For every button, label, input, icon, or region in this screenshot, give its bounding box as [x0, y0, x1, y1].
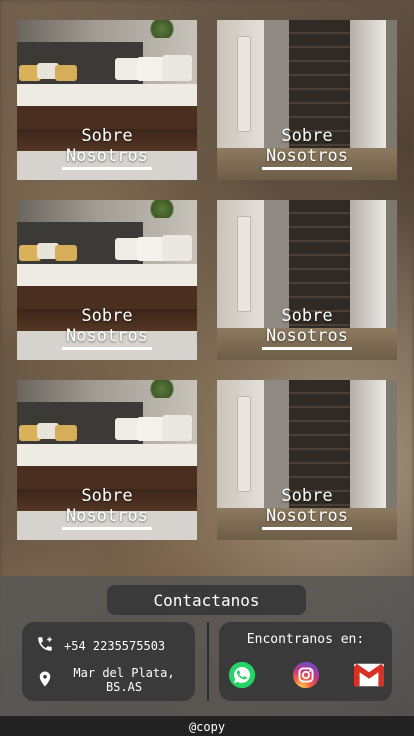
- card-label-line1: Sobre: [281, 126, 333, 146]
- gmail-icon[interactable]: [354, 660, 384, 690]
- gallery-grid: Sobre Nosotros Sobre Nosotros Sobre Noso…: [17, 20, 397, 540]
- gallery-card[interactable]: Sobre Nosotros: [17, 380, 197, 540]
- copyright-text: @copy: [188, 720, 226, 734]
- contact-button[interactable]: Contactanos: [107, 585, 306, 615]
- card-label[interactable]: Sobre Nosotros: [217, 486, 397, 530]
- card-label-line1: Sobre: [81, 126, 133, 146]
- card-label-line1: Sobre: [281, 306, 333, 326]
- card-label-line1: Sobre: [81, 486, 133, 506]
- phone-icon: [36, 635, 54, 656]
- gallery-card[interactable]: Sobre Nosotros: [17, 20, 197, 180]
- location-pin-icon: [36, 670, 54, 691]
- card-label-line1: Sobre: [81, 306, 133, 326]
- social-icons: [227, 660, 384, 690]
- location-row[interactable]: Mar del Plata, BS.AS: [36, 666, 184, 694]
- card-label[interactable]: Sobre Nosotros: [17, 486, 197, 530]
- card-label[interactable]: Sobre Nosotros: [217, 126, 397, 170]
- social-box: Encontranos en:: [219, 622, 392, 701]
- whatsapp-icon[interactable]: [227, 660, 257, 690]
- card-label-line1: Sobre: [281, 486, 333, 506]
- gallery-card[interactable]: Sobre Nosotros: [17, 200, 197, 360]
- instagram-icon[interactable]: [291, 660, 321, 690]
- card-label-line2: Nosotros: [62, 326, 152, 350]
- location-text: Mar del Plata, BS.AS: [73, 666, 175, 694]
- card-label[interactable]: Sobre Nosotros: [17, 306, 197, 350]
- card-label[interactable]: Sobre Nosotros: [217, 306, 397, 350]
- footer: Contactanos +54 2235575503 Mar del Plata…: [0, 576, 414, 716]
- footer-divider: [207, 622, 209, 701]
- card-label[interactable]: Sobre Nosotros: [17, 126, 197, 170]
- gallery-card[interactable]: Sobre Nosotros: [217, 20, 397, 180]
- card-label-line2: Nosotros: [62, 146, 152, 170]
- card-label-line2: Nosotros: [262, 326, 352, 350]
- card-label-line2: Nosotros: [262, 506, 352, 530]
- copyright-bar: @copy: [0, 716, 414, 736]
- card-label-line2: Nosotros: [262, 146, 352, 170]
- contact-info-box: +54 2235575503 Mar del Plata, BS.AS: [22, 622, 195, 701]
- card-label-line2: Nosotros: [62, 506, 152, 530]
- gallery-card[interactable]: Sobre Nosotros: [217, 380, 397, 540]
- phone-number: +54 2235575503: [64, 638, 166, 653]
- phone-row[interactable]: +54 2235575503: [36, 635, 165, 656]
- gallery-card[interactable]: Sobre Nosotros: [217, 200, 397, 360]
- social-title: Encontranos en:: [246, 632, 365, 647]
